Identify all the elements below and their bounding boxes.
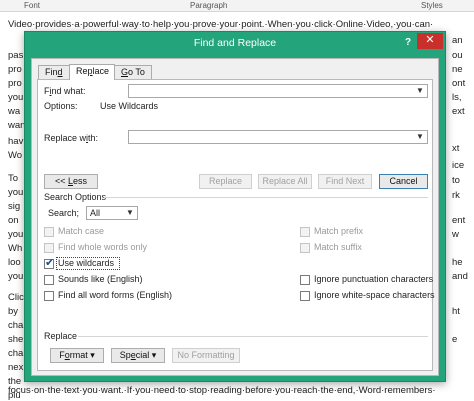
checkbox-find-all-word-forms-english[interactable] xyxy=(44,291,54,301)
checkbox-label[interactable]: Match prefix xyxy=(314,226,363,236)
checkbox-label[interactable]: Match suffix xyxy=(314,242,362,252)
document-fragment: hav xyxy=(8,136,24,147)
document-fragment: w xyxy=(452,229,459,240)
less-button[interactable]: << Less xyxy=(44,174,98,189)
options-label: Options: xyxy=(44,101,78,111)
checkbox-ignore-punctuation-characters[interactable] xyxy=(300,275,310,285)
document-fragment: he xyxy=(452,257,463,268)
document-fragment: ont xyxy=(452,78,466,89)
document-fragment: ls, xyxy=(452,92,462,103)
checkbox-match-prefix[interactable] xyxy=(300,227,310,237)
chevron-down-icon[interactable]: ▼ xyxy=(415,132,425,142)
document-fragment: you xyxy=(8,187,24,198)
search-direction-value: All xyxy=(90,208,101,218)
checkbox-match-suffix[interactable] xyxy=(300,243,310,253)
checkbox-sounds-like-english[interactable] xyxy=(44,275,54,285)
no-formatting-button[interactable]: No Formatting xyxy=(172,348,240,363)
search-direction-select[interactable]: All ▼ xyxy=(86,206,138,220)
checkbox-label[interactable]: Match case xyxy=(58,226,104,236)
document-fragment: ou xyxy=(452,50,463,61)
document-fragment: ice xyxy=(452,160,465,171)
format-button[interactable]: Format ▾ xyxy=(50,348,104,363)
ribbon-group-font: Font xyxy=(24,1,41,10)
search-options-title: Search Options xyxy=(44,192,107,202)
help-button[interactable]: ? xyxy=(401,35,415,50)
document-fragment: To xyxy=(8,173,19,184)
checkbox-label[interactable]: Ignore white-space characters xyxy=(314,290,435,300)
checkbox-use-wildcards[interactable]: ✔ xyxy=(44,257,55,269)
special-button[interactable]: Special ▾ xyxy=(111,348,165,363)
document-fragment: ent xyxy=(452,215,466,226)
document-line[interactable]: focus·on·the·text·you·want.·If·you·need·… xyxy=(8,385,470,396)
replace-all-button[interactable]: Replace All xyxy=(258,174,312,189)
document-fragment: by xyxy=(8,306,19,317)
document-fragment: to xyxy=(452,175,460,186)
document-fragment: nex xyxy=(8,362,24,373)
replace-section-title: Replace xyxy=(44,331,78,341)
document-fragment: Wo xyxy=(8,150,23,161)
replace-with-label: Replace with: xyxy=(44,133,99,143)
find-what-input[interactable]: ▼ xyxy=(128,84,428,98)
document-fragment: cha xyxy=(8,320,24,331)
chevron-down-icon[interactable]: ▼ xyxy=(415,86,425,96)
replace-tab-panel: Find what: ▼ Options: Use Wildcards Repl… xyxy=(37,79,435,371)
document-fragment: plu xyxy=(8,390,21,401)
chevron-down-icon[interactable]: ▼ xyxy=(125,208,135,218)
document-fragment: you xyxy=(8,229,24,240)
document-fragment: wan xyxy=(8,120,26,131)
ribbon-group-strip: Font Paragraph Styles xyxy=(0,0,474,12)
document-fragment: cha xyxy=(8,348,24,359)
find-replace-dialog: Find and Replace ? ✕ Find Replace Go To … xyxy=(24,31,446,382)
document-fragment: you xyxy=(8,92,24,103)
checkbox-ignore-white-space-characters[interactable] xyxy=(300,291,310,301)
document-line[interactable]: Video·provides·a·powerful·way·to·help·yo… xyxy=(8,19,470,30)
document-fragment: loo xyxy=(8,257,21,268)
ribbon-group-styles: Styles xyxy=(421,1,443,10)
document-fragment: Wh xyxy=(8,243,23,254)
dialog-titlebar[interactable]: Find and Replace ? ✕ xyxy=(25,32,445,54)
document-fragment: an xyxy=(452,35,463,46)
checkbox-label[interactable]: Ignore punctuation characters xyxy=(314,274,433,284)
find-next-button[interactable]: Find Next xyxy=(318,174,372,189)
dialog-client: Find Replace Go To Find what: ▼ Options:… xyxy=(31,58,439,376)
cancel-button[interactable]: Cancel xyxy=(379,174,428,189)
document-fragment: xt xyxy=(452,143,460,154)
document-fragment: e xyxy=(452,334,458,345)
document-fragment: she xyxy=(8,334,24,345)
document-fragment: the xyxy=(8,376,22,387)
find-what-label: Find what: xyxy=(44,86,86,96)
options-value: Use Wildcards xyxy=(100,101,159,111)
tab-goto[interactable]: Go To xyxy=(114,65,152,79)
search-label: Search; xyxy=(48,208,80,218)
divider xyxy=(78,336,428,337)
document-fragment: and xyxy=(452,271,468,282)
checkbox-label[interactable]: Find whole words only xyxy=(58,242,147,252)
tab-replace[interactable]: Replace xyxy=(69,64,115,80)
replace-button[interactable]: Replace xyxy=(199,174,252,189)
document-fragment: ext xyxy=(452,106,465,117)
tab-find[interactable]: Find xyxy=(38,65,70,79)
document-fragment: pro xyxy=(8,78,22,89)
document-fragment: Clic xyxy=(8,292,24,303)
document-fragment: wa xyxy=(8,106,21,117)
document-fragment: you xyxy=(8,271,24,282)
document-fragment: pas xyxy=(8,50,24,61)
document-fragment: ht xyxy=(452,306,460,317)
ribbon-group-paragraph: Paragraph xyxy=(190,1,228,10)
document-fragment: sig xyxy=(8,201,21,212)
replace-with-input[interactable]: ▼ xyxy=(128,130,428,144)
divider xyxy=(104,197,428,198)
checkmark-icon: ✔ xyxy=(45,257,55,269)
checkbox-label[interactable]: Find all word forms (English) xyxy=(58,290,172,300)
close-button[interactable]: ✕ xyxy=(417,33,443,49)
checkbox-match-case[interactable] xyxy=(44,227,54,237)
document-fragment: ne xyxy=(452,64,463,75)
document-fragment: rk xyxy=(452,190,460,201)
document-fragment: on xyxy=(8,215,19,226)
checkbox-label[interactable]: Sounds like (English) xyxy=(58,274,143,284)
dialog-title: Find and Replace xyxy=(193,37,277,49)
document-fragment: pro xyxy=(8,64,22,75)
checkbox-find-whole-words-only[interactable] xyxy=(44,243,54,253)
focus-indicator xyxy=(56,257,120,270)
